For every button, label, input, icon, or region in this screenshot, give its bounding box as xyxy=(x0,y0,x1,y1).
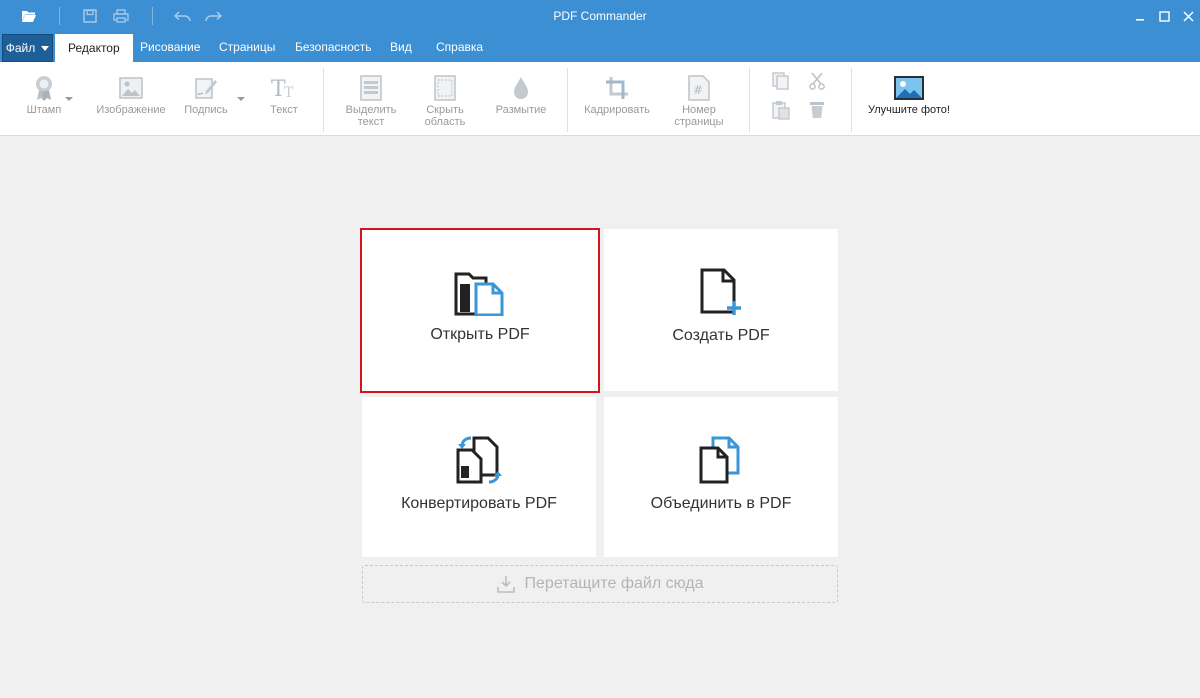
signature-dropdown-icon[interactable] xyxy=(237,97,245,101)
maximize-button[interactable] xyxy=(1152,0,1176,32)
image-button[interactable]: Изображение xyxy=(94,62,168,136)
merge-files-icon xyxy=(697,435,745,485)
paste-icon[interactable] xyxy=(772,100,790,125)
create-pdf-label: Создать PDF xyxy=(672,327,770,344)
ribbon-toolbar: Штамп Изображение Подпись TT Текст Выдел… xyxy=(0,62,1200,136)
scissors-icon[interactable] xyxy=(808,72,826,95)
stamp-button[interactable]: Штамп xyxy=(18,62,70,136)
image-icon xyxy=(119,74,143,102)
copy-icon[interactable] xyxy=(772,72,790,95)
download-icon xyxy=(496,576,515,593)
text-button[interactable]: TT Текст xyxy=(262,62,306,136)
tab-view[interactable]: Вид xyxy=(377,32,425,62)
page-number-label-line1: Номер xyxy=(682,104,716,116)
stamp-icon xyxy=(33,74,55,102)
crop-icon xyxy=(605,74,629,102)
convert-pdf-tile[interactable]: Конвертировать PDF xyxy=(362,397,596,557)
print-icon[interactable] xyxy=(106,0,136,32)
signature-label: Подпись xyxy=(184,104,228,116)
minimize-button[interactable] xyxy=(1128,0,1152,32)
hide-area-label-line2: область xyxy=(424,116,466,128)
save-icon[interactable] xyxy=(75,0,105,32)
highlight-text-button[interactable]: Выделить текст xyxy=(340,62,402,136)
signature-button[interactable]: Подпись xyxy=(180,62,232,136)
blur-label: Размытие xyxy=(495,104,547,116)
new-file-icon xyxy=(698,267,744,317)
file-menu-label: Файл xyxy=(5,41,36,55)
enhance-photo-button[interactable]: Улучшите фото! xyxy=(862,62,956,136)
merge-pdf-label: Объединить в PDF xyxy=(650,495,792,512)
highlight-text-label-line2: текст xyxy=(357,116,385,128)
tab-pages[interactable]: Страницы xyxy=(206,32,288,62)
crop-label: Кадрировать xyxy=(584,104,650,116)
menu-bar: Файл Редактор Рисование Страницы Безопас… xyxy=(0,32,1200,62)
enhance-photo-label: Улучшите фото! xyxy=(868,104,950,116)
page-number-button[interactable]: # Номер страницы xyxy=(668,62,730,136)
chevron-down-icon xyxy=(41,45,50,51)
hide-area-button[interactable]: Скрыть область xyxy=(414,62,476,136)
open-pdf-tile[interactable]: Открыть PDF xyxy=(360,228,600,393)
title-bar: PDF Commander xyxy=(0,0,1200,32)
dropzone-label: Перетащите файл сюда xyxy=(524,575,704,592)
create-pdf-tile[interactable]: Создать PDF xyxy=(604,229,838,391)
hide-area-icon xyxy=(434,74,456,102)
page-number-label-line2: страницы xyxy=(674,116,724,128)
convert-pdf-label: Конвертировать PDF xyxy=(401,495,557,512)
signature-icon xyxy=(194,74,218,102)
tab-help[interactable]: Справка xyxy=(423,32,496,62)
delete-icon[interactable] xyxy=(808,100,826,125)
close-button[interactable] xyxy=(1176,0,1200,32)
tab-drawing[interactable]: Рисование xyxy=(127,32,213,62)
stamp-dropdown-icon[interactable] xyxy=(65,97,73,101)
tab-editor[interactable]: Редактор xyxy=(55,34,133,62)
image-label: Изображение xyxy=(96,104,166,116)
highlight-text-label-line1: Выделить xyxy=(345,104,397,116)
open-pdf-label: Открыть PDF xyxy=(430,326,530,343)
stamp-label: Штамп xyxy=(26,104,62,116)
blur-drop-icon xyxy=(512,74,530,102)
text-label: Текст xyxy=(270,104,298,116)
photo-landscape-icon xyxy=(893,74,925,102)
page-number-icon: # xyxy=(688,74,710,102)
merge-pdf-tile[interactable]: Объединить в PDF xyxy=(604,397,838,557)
svg-text:T: T xyxy=(284,85,294,100)
tab-security[interactable]: Безопасность xyxy=(282,32,385,62)
highlight-text-icon xyxy=(360,74,382,102)
open-folder-icon[interactable] xyxy=(14,0,44,32)
blur-button[interactable]: Размытие xyxy=(490,62,552,136)
svg-text:#: # xyxy=(693,83,703,97)
hide-area-label-line1: Скрыть xyxy=(426,104,464,116)
convert-file-icon xyxy=(454,435,504,485)
file-menu-button[interactable]: Файл xyxy=(2,34,53,62)
file-drop-zone[interactable]: Перетащите файл сюда xyxy=(362,565,838,603)
open-folder-file-icon xyxy=(454,268,506,318)
crop-button[interactable]: Кадрировать xyxy=(580,62,654,136)
redo-icon[interactable] xyxy=(198,0,228,32)
undo-icon[interactable] xyxy=(168,0,198,32)
text-icon: TT xyxy=(270,74,298,102)
